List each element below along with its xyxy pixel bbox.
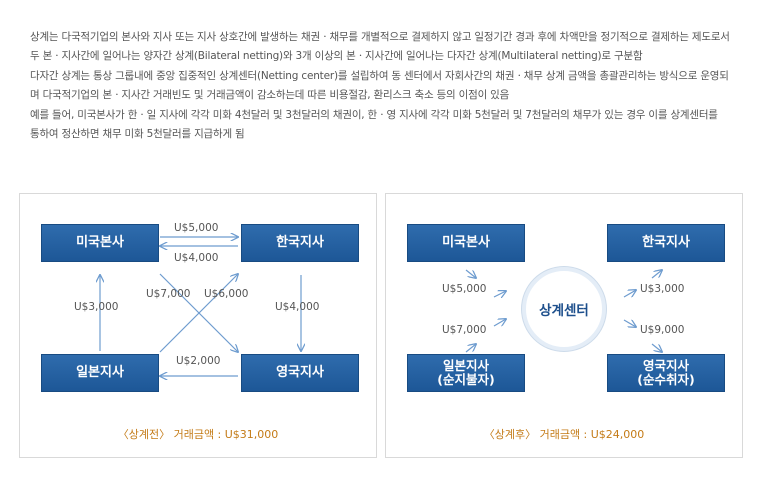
arrow-center-to-korea-upper bbox=[651, 270, 662, 279]
arrow-us-to-center bbox=[465, 269, 476, 278]
description-paragraph-1: 상계는 다국적기업의 본사와 지사 또는 지사 상호간에 발생하는 채권ㆍ채무를… bbox=[30, 31, 730, 62]
before-caption-amount: 거래금액 : U$31,000 bbox=[173, 428, 279, 441]
before-caption: 〈상계전〉 거래금액 : U$31,000 bbox=[20, 426, 376, 442]
node-uk-branch-net-receiver: 영국지사 (순수취자) bbox=[607, 354, 725, 392]
description: 상계는 다국적기업의 본사와 지사 또는 지사 상호간에 발생하는 채권ㆍ채무를… bbox=[30, 28, 730, 143]
label-us-in: U$5,000 bbox=[442, 283, 487, 295]
netting-center: 상계센터 bbox=[522, 267, 606, 351]
arrow-center-to-uk-lower bbox=[651, 343, 662, 352]
node-korea-branch: 한국지사 bbox=[607, 224, 725, 262]
description-paragraph-3: 예를 들어, 미국본사가 한ㆍ일 지사에 각각 미화 4천달러 및 3천달러의 … bbox=[30, 109, 718, 140]
before-caption-label: 〈상계전〉 bbox=[117, 428, 171, 441]
node-us-headquarters: 미국본사 bbox=[41, 224, 159, 262]
node-japan-branch: 일본지사 bbox=[41, 354, 159, 392]
before-netting-diagram: 미국본사 한국지사 일본지사 영국지사 U$5,000 U$4,000 U$3,… bbox=[19, 193, 377, 458]
after-caption: 〈상계후〉 거래금액 : U$24,000 bbox=[386, 426, 742, 442]
node-korea-branch: 한국지사 bbox=[241, 224, 359, 262]
label-japan-in: U$7,000 bbox=[442, 324, 487, 336]
label-us-to-korea: U$5,000 bbox=[174, 222, 219, 234]
label-uk-out: U$9,000 bbox=[640, 324, 685, 336]
after-caption-amount: 거래금액 : U$24,000 bbox=[539, 428, 645, 441]
arrow-center-to-uk bbox=[623, 319, 636, 327]
arrow-japan-to-center bbox=[493, 319, 506, 327]
label-japan-to-us: U$3,000 bbox=[74, 301, 119, 313]
label-us-to-uk: U$7,000 bbox=[146, 288, 191, 300]
node-uk-branch: 영국지사 bbox=[241, 354, 359, 392]
label-korea-out: U$3,000 bbox=[640, 283, 685, 295]
node-us-headquarters: 미국본사 bbox=[407, 224, 525, 262]
after-netting-diagram: 미국본사 한국지사 일본지사 (순지불자) 영국지사 (순수취자) 상계센터 U… bbox=[385, 193, 743, 458]
description-paragraph-2: 다자간 상계는 통상 그룹내에 중앙 집중적인 상계센터(Netting cen… bbox=[30, 70, 729, 101]
label-uk-to-japan: U$2,000 bbox=[176, 355, 221, 367]
node-japan-branch-net-payer: 일본지사 (순지불자) bbox=[407, 354, 525, 392]
label-korea-to-uk: U$4,000 bbox=[275, 301, 320, 313]
label-japan-to-korea: U$6,000 bbox=[204, 288, 249, 300]
arrow-japan-to-center-lower bbox=[465, 344, 476, 353]
arrow-center-to-korea bbox=[623, 290, 636, 298]
label-korea-to-us: U$4,000 bbox=[174, 252, 219, 264]
arrow-us-to-center-lower bbox=[493, 291, 506, 297]
after-caption-label: 〈상계후〉 bbox=[483, 428, 537, 441]
